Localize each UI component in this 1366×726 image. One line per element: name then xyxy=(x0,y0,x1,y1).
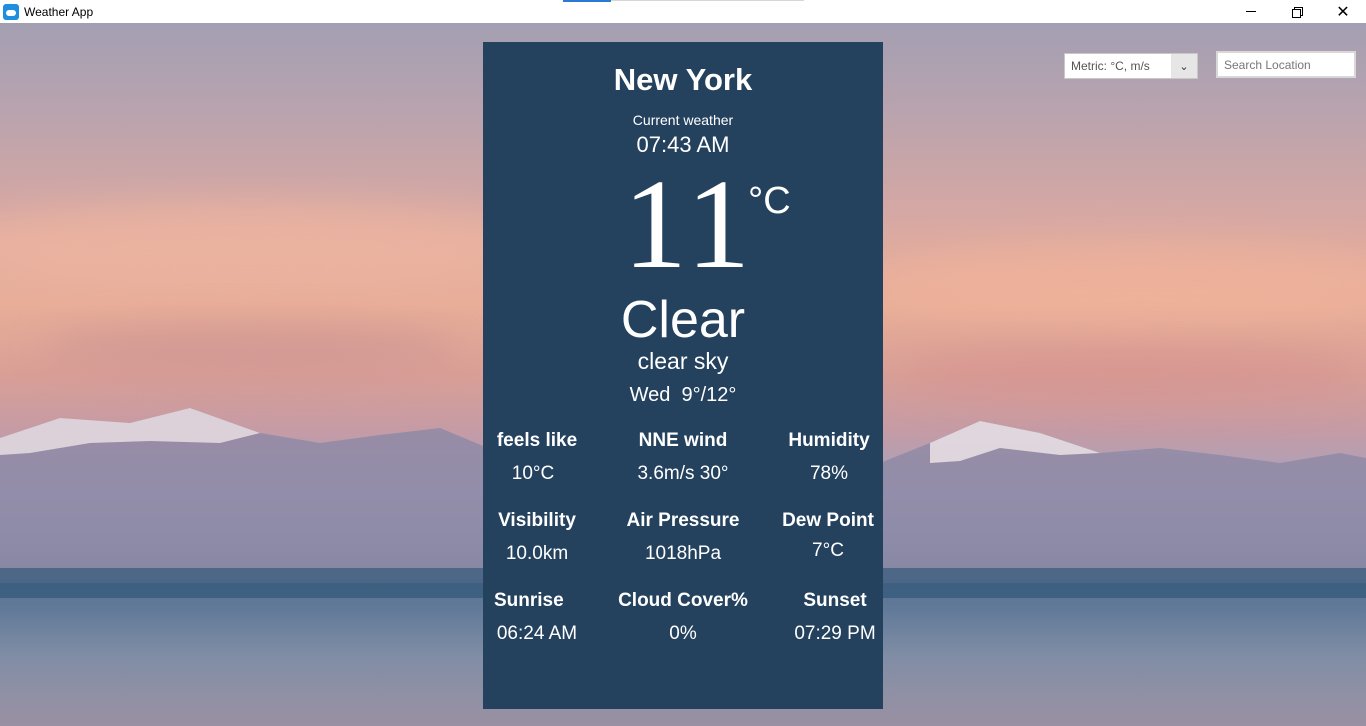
stat-label: Visibility xyxy=(498,510,576,531)
day-temperature-range: Wed 9°/12° xyxy=(629,384,737,406)
restore-icon xyxy=(1292,6,1303,18)
close-button[interactable]: ✕ xyxy=(1320,0,1366,23)
stat-label: feels like xyxy=(496,430,578,451)
minimize-button[interactable] xyxy=(1228,0,1274,23)
weather-card: New York Current weather 07:43 AM 11 °C … xyxy=(483,42,883,709)
stat-sunrise: Sunrise 06:24 AM xyxy=(487,590,587,645)
chevron-down-icon[interactable]: ⌄ xyxy=(1171,54,1197,78)
stat-value: 78% xyxy=(809,463,849,484)
title-accent-line xyxy=(563,0,611,2)
stat-sunset: Sunset 07:29 PM xyxy=(787,590,883,645)
weather-description: clear sky xyxy=(637,348,729,374)
current-weather-label: Current weather xyxy=(632,112,734,128)
stat-cloud-cover: Cloud Cover% 0% xyxy=(613,590,753,645)
stat-value: 3.6m/s 30° xyxy=(637,463,729,484)
weather-condition: Clear xyxy=(620,291,746,349)
stat-value: 7°C xyxy=(812,540,844,561)
temperature-value: 11 xyxy=(623,153,755,295)
stat-value: 1018hPa xyxy=(644,543,722,564)
stat-wind: NNE wind 3.6m/s 30° xyxy=(623,430,743,485)
title-divider-line xyxy=(611,0,804,1)
stat-value: 10°C xyxy=(511,463,555,484)
stat-air-pressure: Air Pressure 1018hPa xyxy=(613,510,753,565)
stat-humidity: Humidity 78% xyxy=(779,430,879,485)
temperature-unit: °C xyxy=(748,180,791,222)
stat-feels-like: feels like 10°C xyxy=(487,430,587,485)
stat-value: 0% xyxy=(669,623,697,644)
stat-visibility: Visibility 10.0km xyxy=(487,510,587,565)
stat-value: 10.0km xyxy=(505,543,569,564)
units-selected-value: Metric: °C, m/s xyxy=(1071,59,1150,73)
city-name: New York xyxy=(613,62,753,97)
stat-label: Cloud Cover% xyxy=(618,590,748,611)
window-title: Weather App xyxy=(24,4,94,19)
title-bar[interactable]: Weather App ✕ xyxy=(0,0,1366,23)
window-controls: ✕ xyxy=(1228,0,1366,23)
stat-value: 06:24 AM xyxy=(496,623,578,644)
minimize-icon xyxy=(1246,11,1256,12)
close-icon: ✕ xyxy=(1336,1,1350,21)
stat-label: Sunrise xyxy=(494,590,564,611)
stat-label: Dew Point xyxy=(782,510,874,531)
stat-dew-point: Dew Point 7°C xyxy=(777,510,879,562)
stat-label: NNE wind xyxy=(638,430,728,451)
restore-button[interactable] xyxy=(1274,0,1320,23)
units-dropdown[interactable]: Metric: °C, m/s ⌄ xyxy=(1064,53,1198,79)
weather-app-window: Weather App ✕ Metric: °C, m/s ⌄ Search L… xyxy=(0,0,1366,726)
app-weather-icon xyxy=(3,3,19,20)
stat-value: 07:29 PM xyxy=(794,623,876,644)
stat-label: Sunset xyxy=(803,590,867,611)
stat-label: Humidity xyxy=(788,430,870,451)
search-location-input[interactable] xyxy=(1216,51,1356,78)
stat-label: Air Pressure xyxy=(626,510,740,531)
